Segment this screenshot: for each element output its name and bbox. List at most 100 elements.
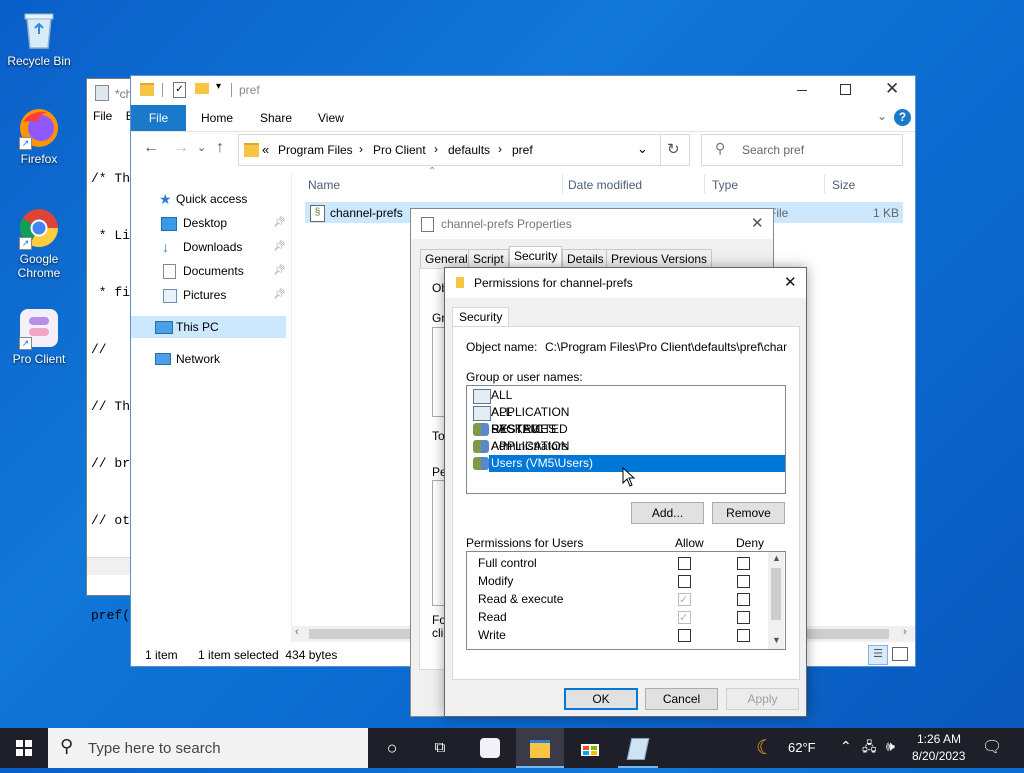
weather-moon-icon[interactable]: ☾ (756, 735, 774, 760)
column-divider[interactable] (562, 174, 563, 194)
allow-checkbox[interactable] (678, 609, 691, 627)
cortana-icon[interactable]: ○ (368, 728, 416, 768)
pin-icon[interactable]: 📌︎ (273, 236, 286, 258)
maximize-button[interactable] (840, 84, 851, 95)
notepad-taskbar-icon[interactable] (614, 728, 662, 768)
remove-button[interactable]: Remove (712, 502, 785, 524)
properties-quick-icon[interactable]: ✓ (173, 82, 186, 98)
ribbon-view-tab[interactable]: View (318, 105, 344, 131)
weather-temperature[interactable]: 62°F (788, 740, 816, 755)
breadcrumb-pref[interactable]: pref (512, 143, 533, 157)
column-type[interactable]: Type (712, 178, 738, 192)
add-button[interactable]: Add... (631, 502, 704, 524)
desktop-icon-recycle-bin[interactable]: Recycle Bin (1, 8, 77, 68)
scroll-down-icon[interactable]: ▼ (772, 635, 781, 645)
up-arrow-icon[interactable]: ↑ (216, 139, 224, 157)
minimize-button[interactable] (797, 90, 807, 91)
customize-toolbar-icon[interactable]: ▾ (216, 81, 221, 92)
allow-checkbox[interactable] (678, 629, 691, 642)
allow-checkbox[interactable] (678, 591, 691, 609)
props-title-bar[interactable]: channel-prefs Properties ✕ (411, 209, 773, 239)
pro-client-taskbar-icon[interactable] (466, 728, 514, 768)
file-explorer-taskbar-icon[interactable] (516, 728, 564, 768)
nav-downloads[interactable]: ↓ Downloads 📌︎ (131, 236, 286, 258)
permissions-dialog[interactable]: Permissions for channel-prefs ✕ Security… (444, 267, 807, 717)
desktop-icon-firefox[interactable]: ↗ Firefox (1, 106, 77, 166)
nav-desktop[interactable]: Desktop 📌︎ (131, 212, 286, 234)
taskbar-search-box[interactable]: ⚲ Type here to search (48, 728, 368, 768)
deny-checkbox[interactable] (737, 557, 750, 570)
breadcrumb-pro-client[interactable]: Pro Client (373, 143, 426, 157)
expand-ribbon-icon[interactable]: ⌄ (877, 109, 887, 123)
tab-security[interactable]: Security (509, 246, 563, 268)
permissions-list[interactable]: Full control Modify Read & execute Read (466, 551, 786, 650)
start-button[interactable] (0, 728, 48, 768)
pin-icon[interactable]: 📌︎ (273, 284, 286, 306)
column-divider[interactable] (824, 174, 825, 194)
volume-icon[interactable]: 🕪︎ (886, 738, 895, 755)
tab-script[interactable]: Script (468, 249, 509, 268)
title-bar[interactable]: ✓ ▾ pref ✕ (131, 76, 915, 105)
address-bar[interactable]: « Program Files › Pro Client › defaults … (238, 134, 690, 166)
apply-button[interactable]: Apply (726, 688, 799, 710)
close-button[interactable]: ✕ (885, 79, 899, 99)
search-box[interactable]: ⚲ Search pref (701, 134, 903, 166)
ribbon-file-tab[interactable]: File (131, 105, 186, 131)
perm-list-scrollbar[interactable]: ▲ ▼ (768, 552, 784, 649)
nav-pane-splitter[interactable] (291, 172, 292, 642)
deny-checkbox[interactable] (737, 575, 750, 588)
breadcrumb-program-files[interactable]: Program Files (278, 143, 353, 157)
ribbon-share-tab[interactable]: Share (260, 105, 292, 131)
scroll-thumb[interactable] (771, 568, 781, 620)
deny-checkbox[interactable] (737, 629, 750, 642)
show-hidden-icons-chevron[interactable]: ⌃ (840, 738, 852, 755)
notifications-icon[interactable]: 🗨︎ (982, 737, 1002, 757)
ribbon-home-tab[interactable]: Home (201, 105, 233, 131)
clock-time[interactable]: 1:26 AM (917, 732, 961, 746)
ok-button[interactable]: OK (564, 688, 638, 710)
scroll-left-icon[interactable]: ‹ (295, 626, 299, 638)
network-status-icon[interactable]: 🖧︎ (862, 738, 877, 760)
address-overflow[interactable]: « (262, 142, 269, 157)
nav-this-pc[interactable]: This PC (131, 316, 286, 338)
forward-arrow-icon[interactable]: → (173, 139, 189, 157)
task-view-icon[interactable]: ⧉ (416, 728, 464, 768)
clock-date[interactable]: 8/20/2023 (912, 749, 965, 763)
tab-details[interactable]: Details (562, 249, 609, 268)
nav-documents[interactable]: Documents 📌︎ (131, 260, 286, 282)
recent-chevron-icon[interactable]: ⌄ (197, 141, 206, 154)
cancel-button[interactable]: Cancel (645, 688, 718, 710)
tab-security[interactable]: Security (452, 307, 510, 328)
close-icon[interactable]: ✕ (784, 273, 797, 291)
tab-general[interactable]: General (420, 249, 473, 268)
column-name[interactable]: Name (308, 178, 340, 192)
scroll-up-icon[interactable]: ▲ (772, 553, 781, 563)
column-date-modified[interactable]: Date modified (568, 178, 642, 192)
back-arrow-icon[interactable]: ← (143, 139, 159, 157)
column-divider[interactable] (704, 174, 705, 194)
perm-title-bar[interactable]: Permissions for channel-prefs ✕ (445, 268, 806, 298)
nav-quick-access[interactable]: ★ Quick access (131, 188, 286, 210)
pin-icon[interactable]: 📌︎ (273, 212, 286, 234)
pin-icon[interactable]: 📌︎ (273, 260, 286, 282)
desktop-icon-pro-client[interactable]: ↗ Pro Client (1, 306, 77, 366)
allow-checkbox[interactable] (678, 575, 691, 588)
help-icon[interactable]: ? (894, 109, 911, 126)
notepad-text-area[interactable]: /* Th * Li * fi // // Th // br // ot pre… (91, 131, 130, 663)
menu-file[interactable]: File (93, 109, 112, 123)
store-taskbar-icon[interactable] (566, 728, 614, 768)
column-size[interactable]: Size (832, 178, 855, 192)
deny-checkbox[interactable] (737, 593, 750, 606)
new-folder-quick-icon[interactable] (195, 83, 209, 94)
nav-network[interactable]: Network (131, 348, 286, 370)
close-icon[interactable]: ✕ (751, 214, 764, 232)
breadcrumb-defaults[interactable]: defaults (448, 143, 490, 157)
nav-pictures[interactable]: Pictures 📌︎ (131, 284, 286, 306)
refresh-icon[interactable]: ↻ (667, 140, 680, 158)
address-dropdown-icon[interactable]: ⌄ (637, 141, 648, 157)
desktop-icon-chrome[interactable]: ↗ Google Chrome (1, 206, 77, 280)
large-icons-view-icon[interactable] (892, 647, 908, 661)
details-view-icon[interactable]: ☰ (868, 645, 888, 665)
scroll-right-icon[interactable]: › (903, 626, 907, 638)
tab-previous-versions[interactable]: Previous Versions (606, 249, 713, 268)
